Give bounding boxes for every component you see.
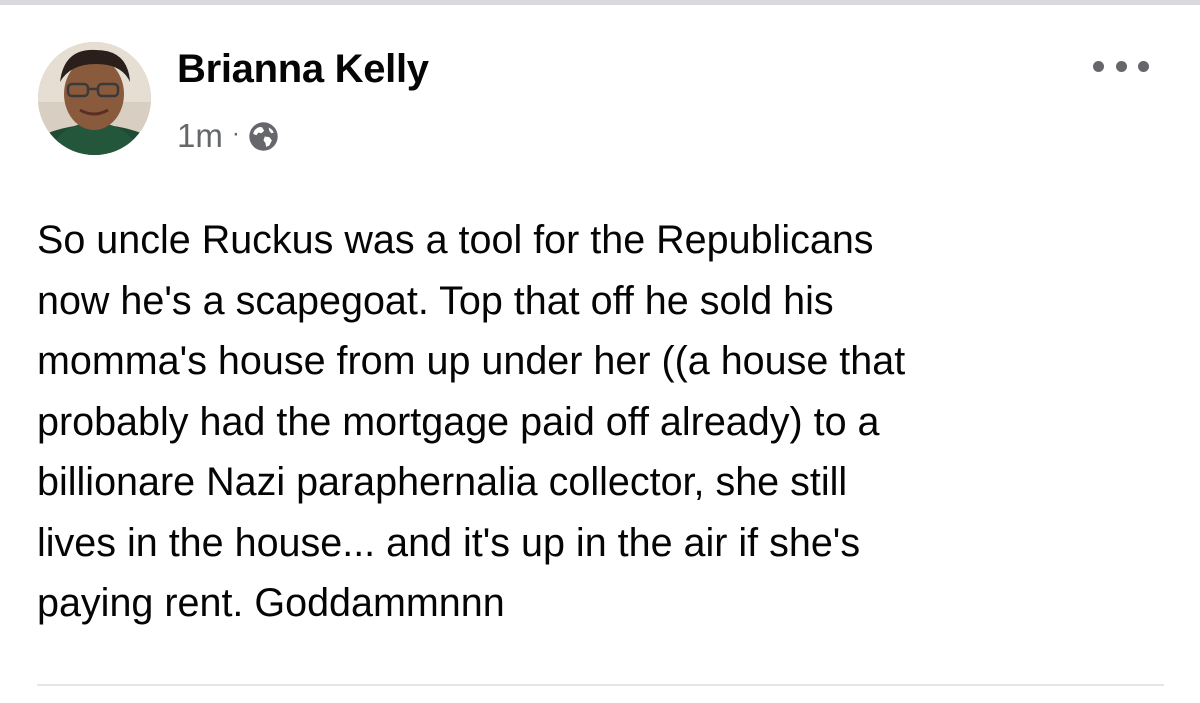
post-meta: 1m · — [177, 116, 279, 156]
post-text-line: now he's a scapegoat. Top that off he so… — [37, 278, 834, 323]
more-dot-icon — [1093, 60, 1104, 72]
post-timestamp[interactable]: 1m — [177, 117, 223, 155]
post-body-text: So uncle Ruckus was a tool for the Repub… — [37, 210, 1187, 634]
more-dot-icon — [1138, 60, 1149, 72]
post-text-line: momma's house from up under her ((a hous… — [37, 339, 906, 383]
meta-separator: · — [231, 120, 240, 147]
post-divider — [37, 684, 1164, 686]
author-name[interactable]: Brianna Kelly — [177, 47, 429, 92]
post-text-line: lives in the house... and it's up in the… — [37, 520, 861, 565]
post-text-line: probably had the mortgage paid off alrea… — [37, 399, 880, 444]
post-text-line: So uncle Ruckus was a tool for the Repub… — [37, 218, 874, 262]
globe-icon[interactable] — [248, 121, 279, 152]
more-dot-icon — [1115, 60, 1127, 72]
more-options-button[interactable] — [1093, 53, 1149, 79]
post-text-line: billionare Nazi paraphernalia collector,… — [37, 460, 848, 504]
post-text-line: paying rent. Goddammnnn — [37, 581, 505, 625]
post-card: Brianna Kelly 1m · So uncle Ruckus was a… — [0, 5, 1200, 703]
avatar[interactable] — [38, 42, 151, 155]
avatar-image — [38, 42, 151, 155]
